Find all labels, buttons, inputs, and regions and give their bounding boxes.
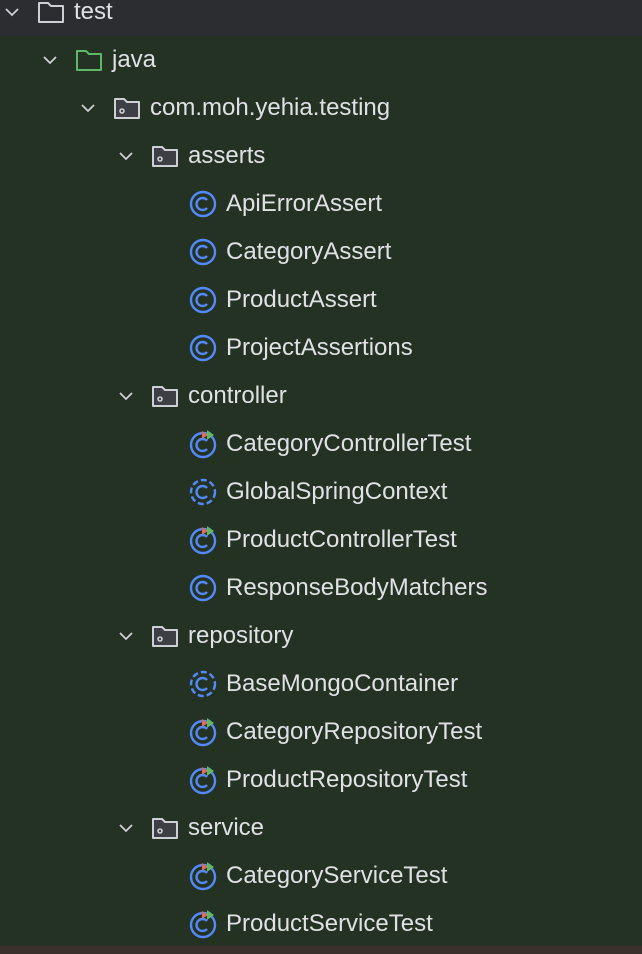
tree-item-categoryassert[interactable]: CategoryAssert <box>0 228 642 276</box>
test-class-icon <box>188 909 218 939</box>
tree-item-basemongocontainer[interactable]: BaseMongoContainer <box>0 660 642 708</box>
class-icon <box>188 189 218 219</box>
chevron-down-icon[interactable] <box>116 386 136 406</box>
project-tree: test java com.moh.yehia.testing asserts ApiE… <box>0 0 642 948</box>
tree-item-repository[interactable]: repository <box>0 612 642 660</box>
chevron-down-icon[interactable] <box>40 50 60 70</box>
folder-icon <box>36 0 66 27</box>
test-class-icon <box>188 861 218 891</box>
tree-item-test[interactable]: test <box>0 0 642 36</box>
chevron-down-icon[interactable] <box>116 818 136 838</box>
tree-item-label: BaseMongoContainer <box>226 670 459 697</box>
tree-item-controller[interactable]: controller <box>0 372 642 420</box>
tree-item-label: com.moh.yehia.testing <box>150 94 391 121</box>
tree-item-label: CategoryServiceTest <box>226 862 448 889</box>
test-class-icon <box>188 765 218 795</box>
package-icon <box>112 93 142 123</box>
tree-item-apierrorassert[interactable]: ApiErrorAssert <box>0 180 642 228</box>
tree-item-label: ProjectAssertions <box>226 334 413 361</box>
tree-item-label: ProductControllerTest <box>226 526 457 553</box>
tree-item-categoryservicetest[interactable]: CategoryServiceTest <box>0 852 642 900</box>
class-icon <box>188 573 218 603</box>
chevron-down-icon[interactable] <box>116 146 136 166</box>
abstract-class-icon <box>188 669 218 699</box>
tree-item-label: asserts <box>188 142 266 169</box>
chevron-down-icon[interactable] <box>78 98 98 118</box>
tree-item-label: java <box>112 46 157 73</box>
package-icon <box>150 621 180 651</box>
package-icon <box>150 813 180 843</box>
tree-item-label: test <box>74 0 113 25</box>
tree-item-label: CategoryRepositoryTest <box>226 718 483 745</box>
tree-item-label: ProductServiceTest <box>226 910 433 937</box>
tree-item-label: GlobalSpringContext <box>226 478 448 505</box>
tree-item-productservicetest[interactable]: ProductServiceTest <box>0 900 642 948</box>
tree-item-label: ResponseBodyMatchers <box>226 574 488 601</box>
class-icon <box>188 237 218 267</box>
class-icon <box>188 333 218 363</box>
tree-item-label: ApiErrorAssert <box>226 190 383 217</box>
tree-item-productcontrollertest[interactable]: ProductControllerTest <box>0 516 642 564</box>
tree-item-categoryrepositorytest[interactable]: CategoryRepositoryTest <box>0 708 642 756</box>
tree-item-com-moh-yehia-testing[interactable]: com.moh.yehia.testing <box>0 84 642 132</box>
tree-item-globalspringcontext[interactable]: GlobalSpringContext <box>0 468 642 516</box>
chevron-down-icon[interactable] <box>2 2 22 22</box>
bottom-panel-edge <box>0 946 642 954</box>
test-class-icon <box>188 717 218 747</box>
tree-item-java[interactable]: java <box>0 36 642 84</box>
test-class-icon <box>188 429 218 459</box>
source-folder-icon <box>74 45 104 75</box>
tree-item-label: repository <box>188 622 294 649</box>
tree-item-productrepositorytest[interactable]: ProductRepositoryTest <box>0 756 642 804</box>
tree-item-label: service <box>188 814 265 841</box>
tree-item-categorycontrollertest[interactable]: CategoryControllerTest <box>0 420 642 468</box>
class-icon <box>188 285 218 315</box>
chevron-down-icon[interactable] <box>116 626 136 646</box>
test-class-icon <box>188 525 218 555</box>
tree-item-asserts[interactable]: asserts <box>0 132 642 180</box>
tree-item-label: CategoryAssert <box>226 238 392 265</box>
tree-item-label: ProductRepositoryTest <box>226 766 468 793</box>
tree-item-projectassertions[interactable]: ProjectAssertions <box>0 324 642 372</box>
package-icon <box>150 381 180 411</box>
tree-item-label: CategoryControllerTest <box>226 430 472 457</box>
tree-item-label: controller <box>188 382 287 409</box>
tree-item-responsebodymatchers[interactable]: ResponseBodyMatchers <box>0 564 642 612</box>
package-icon <box>150 141 180 171</box>
tree-item-label: ProductAssert <box>226 286 377 313</box>
tree-item-service[interactable]: service <box>0 804 642 852</box>
abstract-class-icon <box>188 477 218 507</box>
tree-item-productassert[interactable]: ProductAssert <box>0 276 642 324</box>
